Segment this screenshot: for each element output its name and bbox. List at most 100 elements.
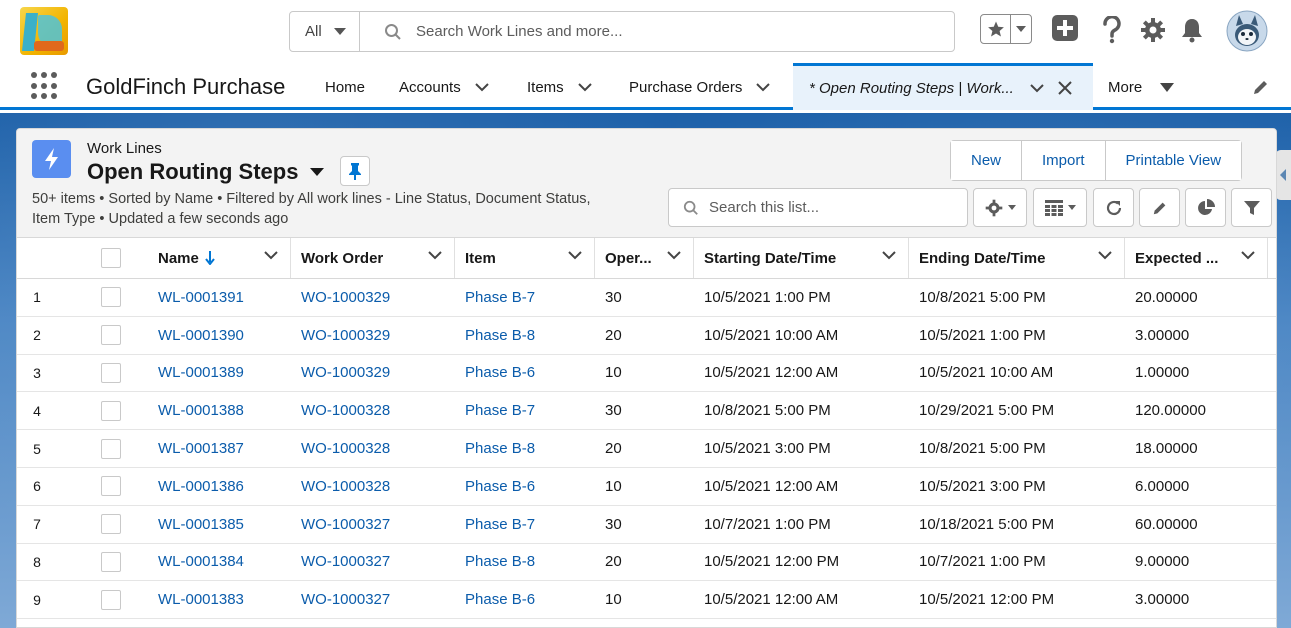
- charts-button[interactable]: [1185, 188, 1226, 227]
- select-all-checkbox[interactable]: [101, 248, 121, 268]
- import-button[interactable]: Import: [1022, 141, 1106, 180]
- item-link[interactable]: Phase B-7: [455, 402, 595, 419]
- column-header-work-order[interactable]: Work Order: [291, 238, 455, 278]
- chevron-down-icon: [1016, 26, 1026, 32]
- list-search[interactable]: [668, 188, 968, 227]
- column-header-expected[interactable]: Expected ...: [1125, 238, 1268, 278]
- name-link[interactable]: WL-0001389: [143, 364, 291, 381]
- name-link[interactable]: WL-0001385: [143, 516, 291, 533]
- nav-item-items[interactable]: Items: [527, 64, 592, 110]
- pin-list-button[interactable]: [340, 156, 370, 186]
- favorites-list-button[interactable]: [1011, 15, 1031, 43]
- row-number: 9: [33, 591, 41, 608]
- list-info: 50+ items • Sorted by Name • Filtered by…: [32, 191, 591, 227]
- item-link[interactable]: Phase B-6: [455, 364, 595, 381]
- name-link[interactable]: WL-0001387: [143, 440, 291, 457]
- work-order-link[interactable]: WO-1000327: [291, 591, 455, 608]
- search-scope-dropdown[interactable]: All: [290, 12, 360, 51]
- inline-edit-button[interactable]: [1139, 188, 1180, 227]
- global-create-button[interactable]: [1051, 14, 1079, 47]
- row-checkbox[interactable]: [101, 325, 121, 346]
- search-field[interactable]: [360, 12, 954, 51]
- pencil-icon: [1254, 81, 1267, 94]
- item-link[interactable]: Phase B-8: [455, 553, 595, 570]
- chevron-down-icon[interactable]: [474, 82, 489, 92]
- list-action-buttons: New Import Printable View: [950, 140, 1243, 181]
- work-line-object-icon: [32, 140, 71, 178]
- row-checkbox[interactable]: [101, 551, 121, 572]
- row-checkbox[interactable]: [101, 476, 121, 497]
- chevron-down-icon[interactable]: [1241, 251, 1255, 260]
- edit-nav-button[interactable]: [1252, 78, 1270, 101]
- row-checkbox[interactable]: [101, 400, 121, 421]
- chevron-down-icon[interactable]: [568, 251, 582, 260]
- name-link[interactable]: WL-0001384: [143, 553, 291, 570]
- item-link[interactable]: Phase B-8: [455, 440, 595, 457]
- work-order-link[interactable]: WO-1000329: [291, 364, 455, 381]
- filter-button[interactable]: [1231, 188, 1272, 227]
- nav-item-accounts[interactable]: Accounts: [399, 64, 489, 110]
- work-order-link[interactable]: WO-1000327: [291, 553, 455, 570]
- chevron-down-icon[interactable]: [1030, 83, 1044, 93]
- name-link[interactable]: WL-0001386: [143, 478, 291, 495]
- chevron-down-icon[interactable]: [264, 251, 278, 260]
- column-header-item[interactable]: Item: [455, 238, 595, 278]
- chevron-down-icon[interactable]: [1098, 251, 1112, 260]
- app-logo[interactable]: [20, 7, 68, 55]
- row-checkbox[interactable]: [101, 589, 121, 610]
- item-link[interactable]: Phase B-6: [455, 478, 595, 495]
- refresh-button[interactable]: [1093, 188, 1134, 227]
- work-order-link[interactable]: WO-1000329: [291, 289, 455, 306]
- row-number: 5: [33, 440, 41, 457]
- row-checkbox[interactable]: [101, 438, 121, 459]
- printable-view-button[interactable]: Printable View: [1105, 141, 1242, 180]
- favorites-button[interactable]: [981, 15, 1011, 43]
- list-view-title[interactable]: Open Routing Steps: [87, 159, 325, 185]
- name-link[interactable]: WL-0001388: [143, 402, 291, 419]
- list-search-input[interactable]: [709, 199, 949, 216]
- nav-item-open-routing-steps[interactable]: * Open Routing Steps | Work...: [793, 63, 1093, 110]
- column-header-operation[interactable]: Oper...: [595, 238, 694, 278]
- notifications-button[interactable]: [1180, 17, 1204, 48]
- list-settings-button[interactable]: [973, 188, 1027, 227]
- name-link[interactable]: WL-0001391: [143, 289, 291, 306]
- utility-panel-toggle[interactable]: [1275, 150, 1291, 200]
- nav-item-purchase-orders[interactable]: Purchase Orders: [629, 64, 771, 110]
- new-button[interactable]: New: [951, 141, 1023, 180]
- app-launcher-icon[interactable]: [31, 72, 59, 100]
- work-order-link[interactable]: WO-1000328: [291, 402, 455, 419]
- item-link[interactable]: Phase B-6: [455, 591, 595, 608]
- close-icon[interactable]: [1058, 81, 1072, 95]
- item-link[interactable]: Phase B-7: [455, 289, 595, 306]
- filter-icon: [1243, 200, 1260, 215]
- name-link[interactable]: WL-0001383: [143, 591, 291, 608]
- help-button[interactable]: [1101, 14, 1123, 49]
- column-header-starting-date[interactable]: Starting Date/Time: [694, 238, 909, 278]
- chevron-down-icon[interactable]: [577, 82, 592, 92]
- data-table: Name Work Order Item Oper... Starting Da…: [17, 238, 1276, 620]
- column-header-ending-date[interactable]: Ending Date/Time: [909, 238, 1125, 278]
- chevron-down-icon[interactable]: [882, 251, 896, 260]
- nav-item-home[interactable]: Home: [325, 64, 365, 110]
- chevron-down-icon[interactable]: [667, 251, 681, 260]
- chevron-down-icon[interactable]: [756, 82, 771, 92]
- display-as-button[interactable]: [1033, 188, 1087, 227]
- work-order-link[interactable]: WO-1000328: [291, 478, 455, 495]
- column-header-name[interactable]: Name: [143, 238, 291, 278]
- row-checkbox[interactable]: [101, 362, 121, 383]
- row-checkbox[interactable]: [101, 514, 121, 535]
- setup-button[interactable]: [1140, 17, 1166, 48]
- nav-item-more[interactable]: More: [1108, 64, 1175, 110]
- work-order-link[interactable]: WO-1000329: [291, 327, 455, 344]
- work-order-link[interactable]: WO-1000327: [291, 516, 455, 533]
- chevron-down-icon[interactable]: [428, 251, 442, 260]
- global-search-input[interactable]: [416, 23, 816, 40]
- row-checkbox[interactable]: [101, 287, 121, 308]
- work-order-link[interactable]: WO-1000328: [291, 440, 455, 457]
- list-view-picker-icon[interactable]: [310, 168, 325, 176]
- expected-cell: 3.00000: [1135, 591, 1190, 609]
- user-avatar[interactable]: [1226, 10, 1268, 57]
- name-link[interactable]: WL-0001390: [143, 327, 291, 344]
- item-link[interactable]: Phase B-8: [455, 327, 595, 344]
- item-link[interactable]: Phase B-7: [455, 516, 595, 533]
